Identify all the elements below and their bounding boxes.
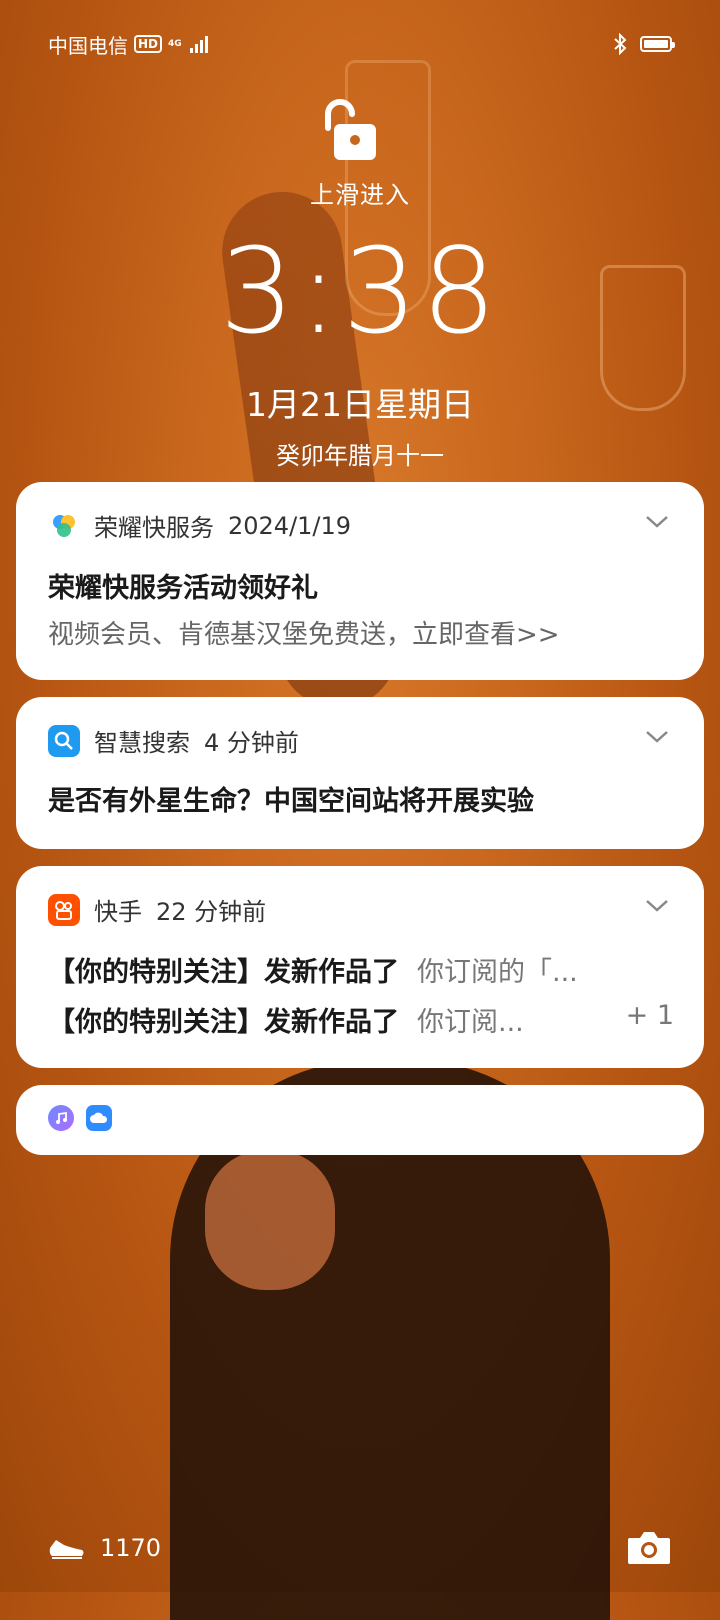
network-type: 4G xyxy=(168,38,182,49)
bottom-bar: 1170 xyxy=(48,1526,672,1570)
step-count: 1170 xyxy=(100,1534,162,1562)
notification-row: 【你的特别关注】发新作品了 你订阅的「... xyxy=(48,950,674,989)
notification-kuaishou[interactable]: 快手 22 分钟前 【你的特别关注】发新作品了 你订阅的「... 【你的特别关注… xyxy=(16,866,704,1068)
notification-collapsed-group[interactable] xyxy=(16,1085,704,1155)
chevron-down-icon[interactable] xyxy=(644,508,670,534)
notification-app-name: 荣耀快服务 xyxy=(94,514,214,542)
notification-time: 22 分钟前 xyxy=(156,898,267,926)
unlock-icon[interactable] xyxy=(318,96,378,164)
signal-icon xyxy=(189,35,208,53)
honor-service-icon xyxy=(48,510,80,542)
battery-icon xyxy=(640,36,675,52)
music-icon xyxy=(48,1105,74,1131)
search-app-icon xyxy=(48,724,80,757)
notification-app-name: 智慧搜索 xyxy=(94,729,190,757)
notification-time: 2024/1/19 xyxy=(228,511,352,540)
notification-search[interactable]: 智慧搜索 4 分钟前 是否有外星生命？中国空间站将开展实验 xyxy=(16,697,704,849)
camera-icon[interactable] xyxy=(626,1530,672,1566)
hd-badge: HD xyxy=(134,35,163,53)
chevron-down-icon[interactable] xyxy=(644,723,670,749)
bluetooth-icon xyxy=(614,33,627,55)
row-title: 【你的特别关注】发新作品了 xyxy=(48,957,399,988)
step-counter[interactable]: 1170 xyxy=(48,1534,161,1562)
cloud-icon xyxy=(86,1105,112,1131)
notification-app-name: 快手 xyxy=(94,898,142,926)
notification-honor[interactable]: 荣耀快服务 2024/1/19 荣耀快服务活动领好礼 视频会员、肯德基汉堡免费送… xyxy=(16,482,704,680)
notification-body: 视频会员、肯德基汉堡免费送，立即查看>> xyxy=(48,620,560,650)
lunar-date: 癸卯年腊月十一 xyxy=(276,442,444,470)
notification-title: 是否有外星生命？中国空间站将开展实验 xyxy=(48,786,534,817)
clock-date: 1月21日星期日 xyxy=(246,385,474,424)
row-snippet: 你订阅... xyxy=(417,1007,524,1038)
notification-title: 荣耀快服务活动领好礼 xyxy=(48,573,318,604)
shoe-icon xyxy=(49,1540,84,1559)
notification-row: 【你的特别关注】发新作品了 你订阅... + 1 xyxy=(48,1000,674,1039)
swipe-hint: 上滑进入 xyxy=(310,181,410,209)
row-snippet: 你订阅的「... xyxy=(417,957,578,988)
chevron-down-icon[interactable] xyxy=(644,892,670,918)
row-title: 【你的特别关注】发新作品了 xyxy=(48,1007,399,1038)
kuaishou-icon xyxy=(48,893,80,926)
more-count: + 1 xyxy=(625,1000,674,1031)
carrier-label: 中国电信 xyxy=(48,33,128,58)
wallpaper-hand xyxy=(205,1150,335,1290)
clock-time: 3:38 xyxy=(219,222,501,360)
notification-time: 4 分钟前 xyxy=(204,729,299,757)
status-bar: 中国电信 HD 4G xyxy=(48,30,675,58)
